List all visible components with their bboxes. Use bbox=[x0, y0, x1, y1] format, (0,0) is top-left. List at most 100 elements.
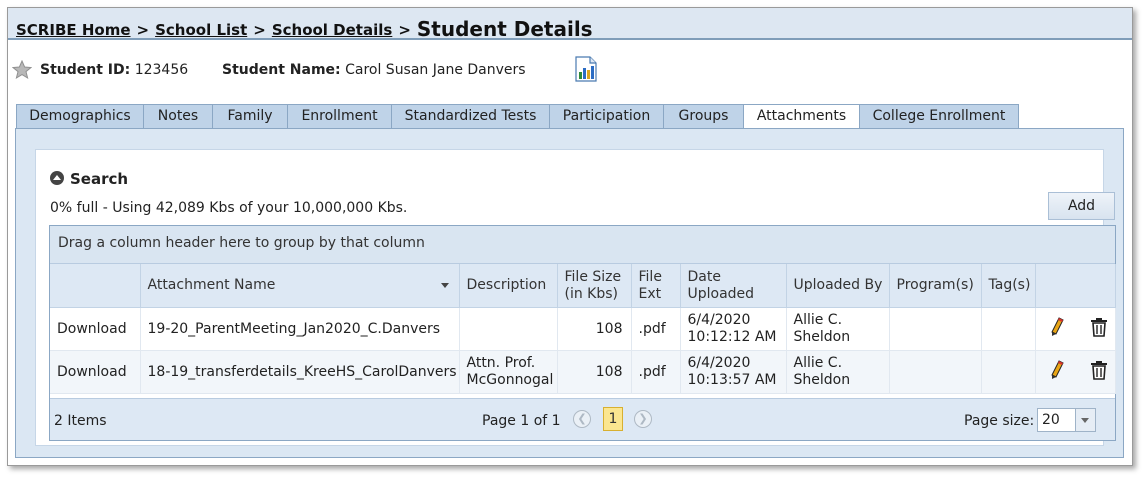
column-header-tags[interactable]: Tag(s) bbox=[981, 264, 1036, 308]
time-line: 10:12:12 AM bbox=[687, 329, 777, 345]
window-frame: SCRIBE Home > School List > School Details > S… bbox=[7, 7, 1133, 466]
next-page-icon[interactable]: ❯ bbox=[634, 410, 652, 428]
attachments-table: Attachment Name Description File Size (in… bbox=[50, 264, 1116, 394]
attachments-content: Search 0% full - Using 42,089 Kbs of you… bbox=[35, 149, 1116, 446]
item-count: 2 Items bbox=[54, 413, 107, 429]
page-size-value: 20 bbox=[1042, 412, 1060, 428]
tags bbox=[981, 307, 1036, 351]
trash-icon[interactable] bbox=[1090, 360, 1108, 385]
tab-college-enrollment[interactable]: College Enrollment bbox=[859, 104, 1019, 128]
download-link[interactable]: Download bbox=[50, 307, 141, 351]
date-line: 6/4/2020 bbox=[687, 312, 751, 328]
uploader-line: Sheldon bbox=[793, 372, 851, 388]
column-header-label: Date bbox=[687, 268, 721, 285]
column-header-action bbox=[50, 264, 141, 308]
student-id-label: Student ID: bbox=[40, 62, 131, 78]
column-header-description[interactable]: Description bbox=[459, 264, 558, 308]
breadcrumb-home-link[interactable]: SCRIBE Home bbox=[16, 21, 131, 39]
column-header-actions bbox=[1035, 264, 1116, 308]
page-info: Page 1 of 1 bbox=[482, 413, 561, 429]
trash-icon[interactable] bbox=[1090, 317, 1108, 342]
breadcrumb-separator: > bbox=[253, 21, 266, 39]
row-actions bbox=[1035, 307, 1116, 351]
uploaded-by: Allie C. Sheldon bbox=[786, 350, 890, 394]
column-header-label: File bbox=[638, 268, 662, 285]
table-row: Download 18-19_transferdetails_KreeHS_Ca… bbox=[50, 350, 1116, 394]
column-header-label: File Size bbox=[564, 268, 622, 285]
grid-pager: 2 Items Page 1 of 1 ❮ 1 ❯ Page size: 20 bbox=[50, 398, 1115, 440]
date-uploaded: 6/4/2020 10:13:57 AM bbox=[680, 350, 787, 394]
column-header-attachment-name[interactable]: Attachment Name bbox=[140, 264, 460, 308]
tab-standardized-tests[interactable]: Standardized Tests bbox=[391, 104, 550, 128]
table-row: Download 19-20_ParentMeeting_Jan2020_C.D… bbox=[50, 307, 1116, 351]
report-icon[interactable] bbox=[575, 56, 597, 86]
download-link[interactable]: Download bbox=[50, 350, 141, 394]
column-header-label: (in Kbs) bbox=[564, 285, 619, 302]
breadcrumb-school-list-link[interactable]: School List bbox=[155, 21, 247, 39]
column-header-date-uploaded[interactable]: Date Uploaded bbox=[680, 264, 787, 308]
breadcrumb-separator: > bbox=[398, 21, 411, 39]
tags bbox=[981, 350, 1036, 394]
attachments-grid: Drag a column header here to group by th… bbox=[49, 225, 1116, 441]
uploader-line: Allie C. bbox=[793, 312, 843, 328]
column-header-label: Ext bbox=[638, 285, 662, 302]
uploaded-by: Allie C. Sheldon bbox=[786, 307, 890, 351]
column-header-label: Uploaded bbox=[687, 285, 755, 302]
uploader-line: Sheldon bbox=[793, 329, 851, 345]
student-name: Student Name: Carol Susan Jane Danvers bbox=[222, 62, 526, 78]
tab-enrollment[interactable]: Enrollment bbox=[287, 104, 392, 128]
column-header-programs[interactable]: Program(s) bbox=[889, 264, 982, 308]
header-row: Attachment Name Description File Size (in… bbox=[50, 264, 1116, 308]
previous-page-icon[interactable]: ❮ bbox=[573, 410, 591, 428]
file-size: 108 bbox=[557, 307, 632, 351]
tab-demographics[interactable]: Demographics bbox=[16, 104, 144, 128]
chevron-down-icon[interactable] bbox=[1075, 409, 1095, 431]
description-line: Attn. Prof. bbox=[466, 355, 536, 371]
collapse-icon[interactable] bbox=[50, 171, 64, 185]
search-label: Search bbox=[70, 170, 129, 188]
date-uploaded: 6/4/2020 10:12:12 AM bbox=[680, 307, 787, 351]
uploader-line: Allie C. bbox=[793, 355, 843, 371]
attachment-name: 18-19_transferdetails_KreeHS_CarolDanver… bbox=[140, 350, 460, 394]
student-name-label: Student Name: bbox=[222, 62, 341, 78]
file-ext: .pdf bbox=[631, 350, 681, 394]
group-by-area[interactable]: Drag a column header here to group by th… bbox=[50, 226, 1115, 264]
student-name-value: Carol Susan Jane Danvers bbox=[345, 62, 526, 78]
description-line: McGonnogal bbox=[466, 372, 554, 388]
programs bbox=[889, 350, 982, 394]
column-header-uploaded-by[interactable]: Uploaded By bbox=[786, 264, 890, 308]
description bbox=[459, 307, 558, 351]
tab-family[interactable]: Family bbox=[212, 104, 288, 128]
column-header-file-size[interactable]: File Size (in Kbs) bbox=[557, 264, 632, 308]
attachments-panel: Search 0% full - Using 42,089 Kbs of you… bbox=[15, 128, 1124, 458]
title-bar: SCRIBE Home > School List > School Details > S… bbox=[8, 8, 1132, 41]
breadcrumb: SCRIBE Home > School List > School Details > S… bbox=[16, 16, 593, 41]
row-actions bbox=[1035, 350, 1116, 394]
pencil-icon[interactable] bbox=[1050, 316, 1064, 342]
tab-groups[interactable]: Groups bbox=[663, 104, 744, 128]
pencil-icon[interactable] bbox=[1050, 359, 1064, 385]
star-icon[interactable] bbox=[11, 59, 33, 84]
file-ext: .pdf bbox=[631, 307, 681, 351]
page-size-select[interactable]: 20 bbox=[1037, 408, 1096, 432]
column-header-label: Attachment Name bbox=[147, 277, 276, 293]
tab-participation[interactable]: Participation bbox=[549, 104, 664, 128]
breadcrumb-separator: > bbox=[136, 21, 150, 39]
date-line: 6/4/2020 bbox=[687, 355, 751, 371]
student-id-value: 123456 bbox=[134, 62, 189, 78]
breadcrumb-school-details-link[interactable]: School Details bbox=[272, 21, 392, 39]
student-id: Student ID: 123456 bbox=[40, 62, 188, 78]
sort-desc-icon[interactable] bbox=[440, 283, 449, 288]
description: Attn. Prof. McGonnogal bbox=[459, 350, 558, 394]
column-header-file-ext[interactable]: File Ext bbox=[631, 264, 681, 308]
storage-usage: 0% full - Using 42,089 Kbs of your 10,00… bbox=[50, 200, 408, 216]
tab-notes[interactable]: Notes bbox=[143, 104, 213, 128]
page-title: Student Details bbox=[416, 17, 593, 41]
add-button[interactable]: Add bbox=[1048, 192, 1115, 220]
page-size-label: Page size: bbox=[964, 413, 1035, 429]
time-line: 10:13:57 AM bbox=[687, 372, 777, 388]
attachment-name: 19-20_ParentMeeting_Jan2020_C.Danvers bbox=[140, 307, 460, 351]
page-number-button[interactable]: 1 bbox=[603, 407, 623, 431]
tab-attachments[interactable]: Attachments bbox=[743, 104, 860, 129]
file-size: 108 bbox=[557, 350, 632, 394]
